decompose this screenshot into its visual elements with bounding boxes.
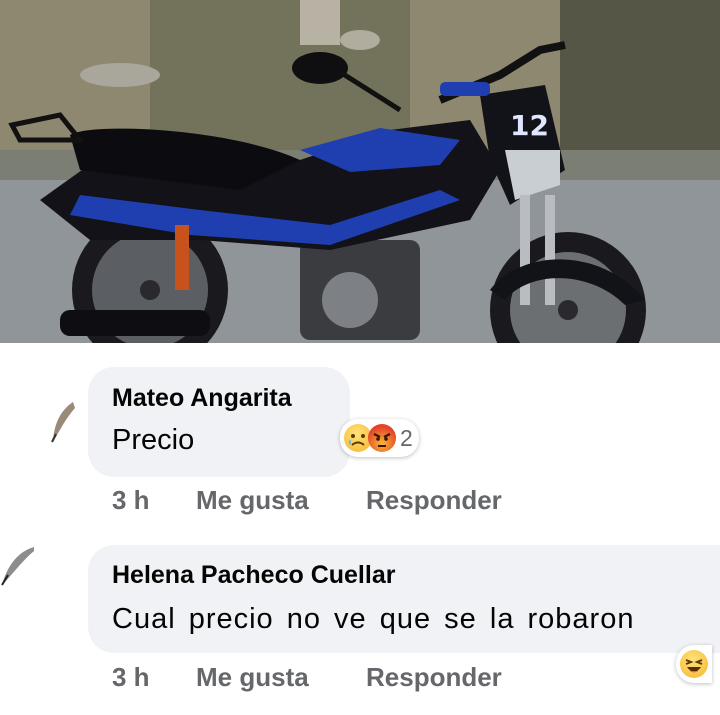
comment-timestamp[interactable]: 3 h — [112, 662, 150, 693]
like-button[interactable]: Me gusta — [196, 485, 309, 516]
reaction-summary[interactable]: 2 — [340, 419, 419, 457]
svg-text:12: 12 — [510, 109, 549, 142]
avatar[interactable] — [46, 398, 80, 446]
reply-button[interactable]: Responder — [366, 662, 502, 693]
reaction-summary[interactable] — [676, 645, 712, 683]
comment-text: Precio — [112, 424, 195, 456]
post-photo-motorcycle[interactable]: 12 — [0, 0, 720, 343]
reaction-count: 2 — [400, 424, 413, 451]
angry-emoji-icon — [368, 424, 396, 452]
laughing-emoji-icon — [680, 650, 708, 678]
comment-text: Cual precio no ve que se la robaron — [112, 603, 635, 635]
comment-timestamp[interactable]: 3 h — [112, 485, 150, 516]
avatar[interactable] — [0, 545, 36, 593]
like-button[interactable]: Me gusta — [196, 662, 309, 693]
comment-author[interactable]: Mateo Angarita — [112, 384, 292, 413]
avatar-feather-icon — [51, 402, 75, 443]
avatar-feather-icon — [1, 547, 34, 586]
motorcycle-image: 12 — [0, 0, 720, 343]
comment-author[interactable]: Helena Pacheco Cuellar — [112, 561, 395, 590]
reply-button[interactable]: Responder — [366, 485, 502, 516]
